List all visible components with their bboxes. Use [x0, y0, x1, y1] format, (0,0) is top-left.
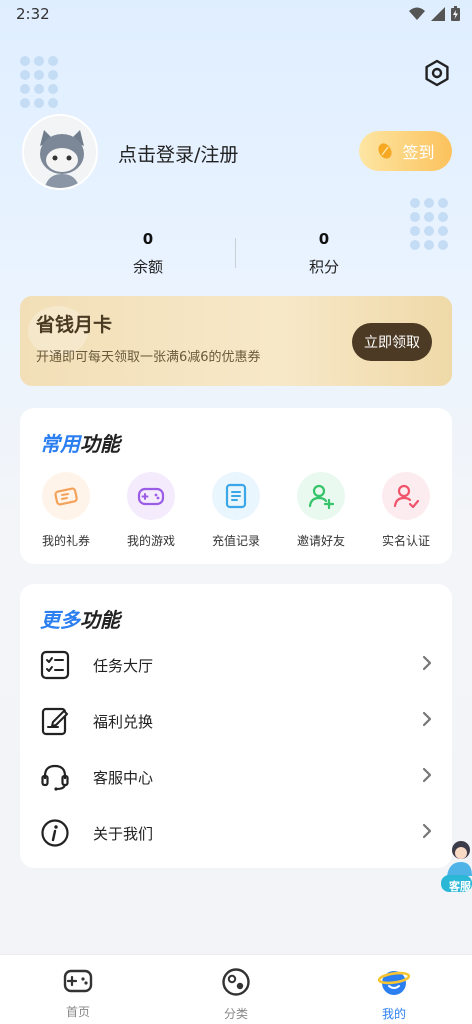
decorative-dots: [410, 198, 448, 250]
month-card-title: 省钱月卡: [36, 314, 113, 336]
about-us-label: 关于我们: [93, 825, 154, 843]
my-coupons-label: 我的礼券: [41, 534, 90, 548]
sign-in-label: 签到: [402, 143, 435, 162]
settings-button[interactable]: [420, 56, 454, 90]
category-icon: [222, 968, 250, 996]
avatar[interactable]: [22, 114, 98, 190]
chevron-right-icon: [422, 823, 432, 839]
headset-icon: [41, 764, 69, 791]
tab-category[interactable]: 分类: [196, 967, 276, 1022]
more-functions-panel: 更多功能 任务大厅 福利兑换 客服中心 关于我们: [20, 584, 452, 868]
real-name-auth-label: 实名认证: [381, 534, 430, 548]
chevron-right-icon: [422, 767, 432, 783]
invite-friends-label: 邀请好友: [296, 534, 345, 548]
chevron-right-icon: [422, 711, 432, 727]
claim-now-button[interactable]: 立即领取: [352, 323, 432, 361]
verified-user-icon: [382, 472, 430, 520]
recharge-records-label: 充值记录: [211, 534, 260, 548]
more-functions-title: 更多功能: [40, 604, 120, 633]
title-rest: 功能: [80, 608, 120, 632]
tab-mine-label: 我的: [381, 1007, 406, 1021]
sign-in-button[interactable]: 签到: [359, 131, 452, 171]
planet-icon: [377, 971, 411, 995]
gamepad-icon: [127, 472, 175, 520]
stat-divider: [235, 238, 236, 268]
tab-category-label: 分类: [223, 1007, 248, 1021]
tab-mine[interactable]: 我的: [354, 967, 434, 1022]
login-register-link[interactable]: 点击登录/注册: [118, 140, 238, 167]
balance-value: 0: [142, 230, 154, 248]
ticket-icon: [42, 472, 90, 520]
points-label: 积分: [308, 258, 339, 276]
welfare-exchange-row[interactable]: 福利兑换: [20, 696, 452, 746]
task-hall-row[interactable]: 任务大厅: [20, 640, 452, 690]
real-name-auth-item[interactable]: 实名认证: [366, 472, 446, 549]
points-stat[interactable]: 0 积分: [264, 230, 384, 277]
battery-icon: [451, 6, 460, 21]
bottom-tab-bar: 首页 分类 我的: [0, 954, 472, 1024]
raccoon-avatar-icon: [24, 116, 96, 188]
title-highlight: 更多: [40, 608, 80, 632]
common-functions-panel: 常用功能 我的礼券 我的游戏 充值记录 邀请好友 实名认证: [20, 408, 452, 564]
settings-hexagon-icon: [425, 59, 449, 87]
customer-service-label: 客服中心: [93, 769, 154, 787]
floating-customer-service-button[interactable]: 客服: [441, 836, 472, 896]
my-games-label: 我的游戏: [126, 534, 175, 548]
balance-stat[interactable]: 0 余额: [88, 230, 208, 277]
my-coupons-item[interactable]: 我的礼券: [26, 472, 106, 549]
chevron-right-icon: [422, 655, 432, 671]
tab-home-label: 首页: [65, 1005, 90, 1019]
about-us-row[interactable]: 关于我们: [20, 808, 452, 858]
coin-leaf-icon: [378, 143, 393, 159]
document-icon: [212, 472, 260, 520]
title-highlight: 常用: [40, 432, 80, 456]
signal-icon: [431, 6, 445, 21]
welfare-exchange-label: 福利兑换: [93, 713, 154, 731]
month-card-description: 开通即可每天领取一张满6减6的优惠券: [36, 350, 261, 365]
task-hall-label: 任务大厅: [93, 657, 154, 675]
customer-service-row[interactable]: 客服中心: [20, 752, 452, 802]
gamepad-icon: [63, 969, 93, 993]
my-games-item[interactable]: 我的游戏: [111, 472, 191, 549]
tab-home[interactable]: 首页: [38, 967, 118, 1020]
wifi-icon: [409, 7, 425, 20]
edit-document-icon: [41, 707, 68, 736]
balance-label: 余额: [132, 258, 163, 276]
task-list-icon: [40, 650, 70, 680]
points-value: 0: [318, 230, 330, 248]
add-user-icon: [297, 472, 345, 520]
floating-service-label: 客服: [449, 880, 471, 893]
info-icon: [41, 819, 69, 847]
status-icons: [409, 6, 460, 21]
decorative-dots: [20, 56, 58, 108]
common-functions-title: 常用功能: [40, 428, 120, 457]
status-bar: 2:32: [0, 0, 472, 30]
month-card-banner[interactable]: 省钱月卡 开通即可每天领取一张满6减6的优惠券 立即领取: [20, 296, 452, 386]
title-rest: 功能: [80, 432, 120, 456]
invite-friends-item[interactable]: 邀请好友: [281, 472, 361, 549]
recharge-records-item[interactable]: 充值记录: [196, 472, 276, 549]
status-time: 2:32: [16, 5, 50, 23]
